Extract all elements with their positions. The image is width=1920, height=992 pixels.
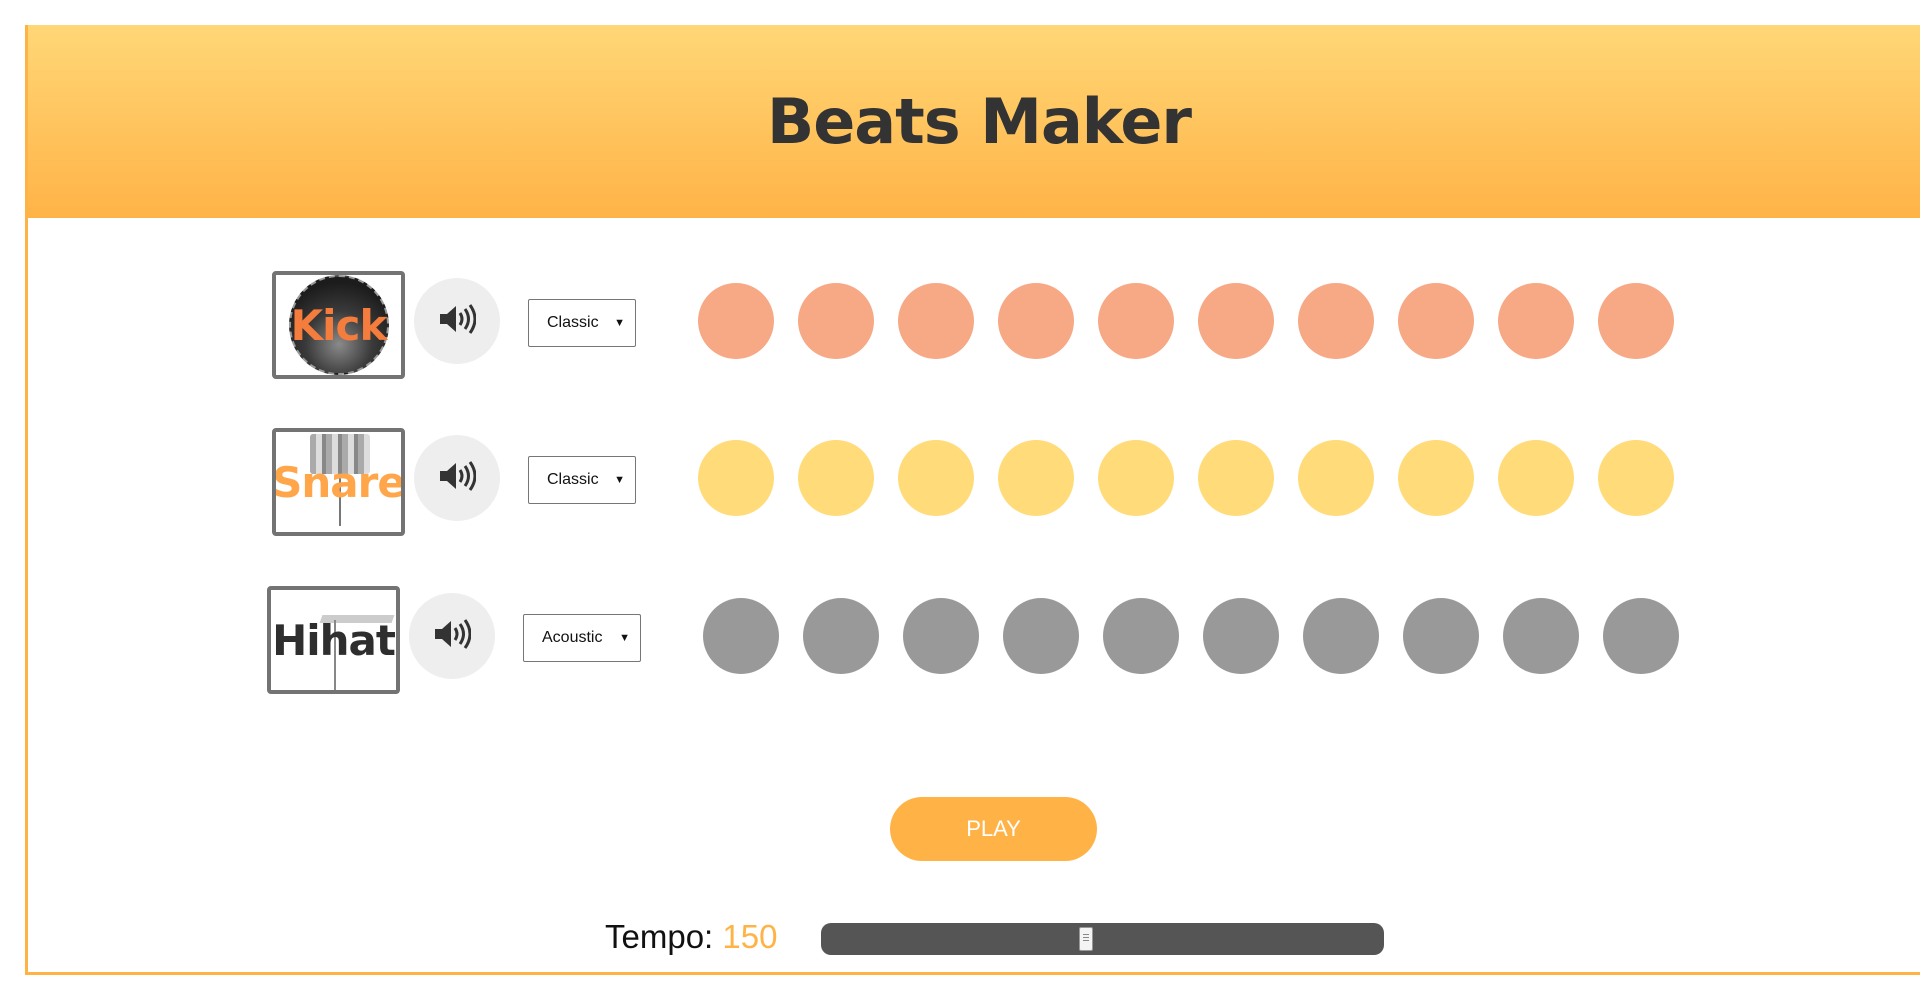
app-header: Beats Maker xyxy=(28,25,1920,218)
speaker-icon xyxy=(433,618,472,655)
hihat-beat-9[interactable] xyxy=(1503,598,1579,674)
hihat-pad[interactable]: Hihat xyxy=(267,586,400,694)
play-button[interactable]: PLAY xyxy=(890,797,1097,861)
kick-sound-select[interactable]: Classic ▼ xyxy=(528,299,636,347)
kick-pad-label: Kick xyxy=(290,300,388,350)
tempo-label-text: Tempo: xyxy=(605,918,714,955)
kick-beat-8[interactable] xyxy=(1398,283,1474,359)
kick-mute-button[interactable] xyxy=(414,278,500,364)
hihat-beat-3[interactable] xyxy=(903,598,979,674)
snare-beat-4[interactable] xyxy=(998,440,1074,516)
kick-beat-3[interactable] xyxy=(898,283,974,359)
kick-pad[interactable]: Kick xyxy=(272,271,405,379)
chevron-down-icon: ▼ xyxy=(614,317,625,329)
page-title: Beats Maker xyxy=(767,85,1192,158)
hihat-beat-6[interactable] xyxy=(1203,598,1279,674)
speaker-icon xyxy=(438,303,477,340)
hihat-beat-10[interactable] xyxy=(1603,598,1679,674)
snare-mute-button[interactable] xyxy=(414,435,500,521)
snare-pad[interactable]: Snare xyxy=(272,428,405,536)
snare-beat-2[interactable] xyxy=(798,440,874,516)
hihat-beat-8[interactable] xyxy=(1403,598,1479,674)
snare-beat-7[interactable] xyxy=(1298,440,1374,516)
snare-beat-1[interactable] xyxy=(698,440,774,516)
speaker-icon xyxy=(438,460,477,497)
tempo-label: Tempo: 150 xyxy=(605,918,777,956)
hihat-beat-7[interactable] xyxy=(1303,598,1379,674)
app-frame: Beats Maker Kick Classic ▼ Snare Classic… xyxy=(25,25,1920,975)
kick-beat-2[interactable] xyxy=(798,283,874,359)
kick-beat-4[interactable] xyxy=(998,283,1074,359)
kick-beat-10[interactable] xyxy=(1598,283,1674,359)
chevron-down-icon: ▼ xyxy=(614,474,625,486)
snare-beat-10[interactable] xyxy=(1598,440,1674,516)
hihat-beat-1[interactable] xyxy=(703,598,779,674)
hihat-pad-label: Hihat xyxy=(272,615,396,665)
snare-beat-8[interactable] xyxy=(1398,440,1474,516)
snare-beat-3[interactable] xyxy=(898,440,974,516)
tempo-slider-thumb[interactable] xyxy=(1079,927,1093,951)
kick-beat-7[interactable] xyxy=(1298,283,1374,359)
snare-pad-label: Snare xyxy=(272,457,405,507)
snare-beat-9[interactable] xyxy=(1498,440,1574,516)
snare-sound-select[interactable]: Classic ▼ xyxy=(528,456,636,504)
hihat-beat-5[interactable] xyxy=(1103,598,1179,674)
kick-beat-1[interactable] xyxy=(698,283,774,359)
kick-beat-6[interactable] xyxy=(1198,283,1274,359)
hihat-beat-2[interactable] xyxy=(803,598,879,674)
hihat-beat-4[interactable] xyxy=(1003,598,1079,674)
kick-beat-9[interactable] xyxy=(1498,283,1574,359)
tempo-value: 150 xyxy=(722,918,778,955)
snare-beat-6[interactable] xyxy=(1198,440,1274,516)
kick-beat-5[interactable] xyxy=(1098,283,1174,359)
hihat-sound-select[interactable]: Acoustic ▼ xyxy=(523,614,641,662)
hihat-mute-button[interactable] xyxy=(409,593,495,679)
chevron-down-icon: ▼ xyxy=(619,632,630,644)
snare-beat-5[interactable] xyxy=(1098,440,1174,516)
tempo-slider[interactable] xyxy=(821,923,1384,955)
